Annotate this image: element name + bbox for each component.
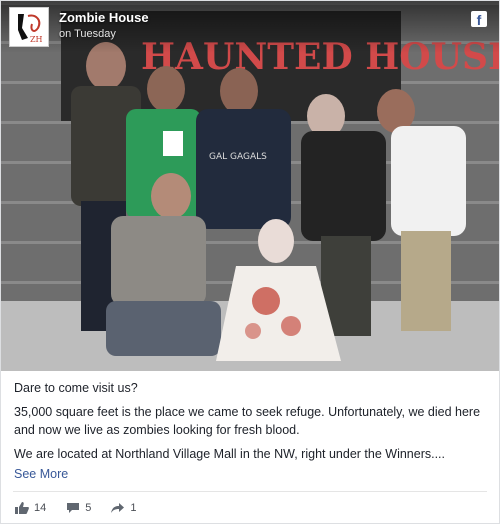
logo-text: ZH xyxy=(30,35,43,44)
like-count-text: 14 xyxy=(34,502,47,514)
share-count[interactable]: 1 xyxy=(111,502,137,514)
post-photo[interactable]: HAUNTED HOUSE GAL GAGALS ZH Zombie House… xyxy=(1,1,499,371)
post-paragraph: 35,000 square feet is the place we came … xyxy=(14,405,481,437)
reaction-bar: 14 5 1 xyxy=(15,499,157,517)
comment-count-text: 5 xyxy=(85,502,92,514)
post-paragraph: We are located at Northland Village Mall… xyxy=(14,447,445,461)
share-count-text: 1 xyxy=(130,502,137,514)
facebook-post-card: HAUNTED HOUSE GAL GAGALS ZH Zombie House… xyxy=(0,0,500,524)
thumbs-up-icon xyxy=(15,502,29,514)
see-more-link[interactable]: See More xyxy=(14,465,68,483)
post-timestamp[interactable]: on Tuesday xyxy=(59,28,116,40)
post-paragraph: Dare to come visit us? xyxy=(14,381,138,395)
like-count[interactable]: 14 xyxy=(15,502,46,514)
shirt-text: GAL GAGALS xyxy=(209,152,267,162)
divider xyxy=(13,491,487,492)
photo-illustration: HAUNTED HOUSE GAL GAGALS xyxy=(1,1,499,371)
comment-count[interactable]: 5 xyxy=(66,502,91,514)
post-header: ZH Zombie House on Tuesday f xyxy=(1,1,499,53)
zombie-house-logo: ZH xyxy=(10,8,48,46)
page-name[interactable]: Zombie House xyxy=(59,10,149,25)
share-icon xyxy=(111,503,125,513)
facebook-icon[interactable]: f xyxy=(471,11,487,28)
page-avatar[interactable]: ZH xyxy=(9,7,49,47)
post-text: Dare to come visit us? 35,000 square fee… xyxy=(14,379,488,483)
comment-icon xyxy=(67,503,80,513)
